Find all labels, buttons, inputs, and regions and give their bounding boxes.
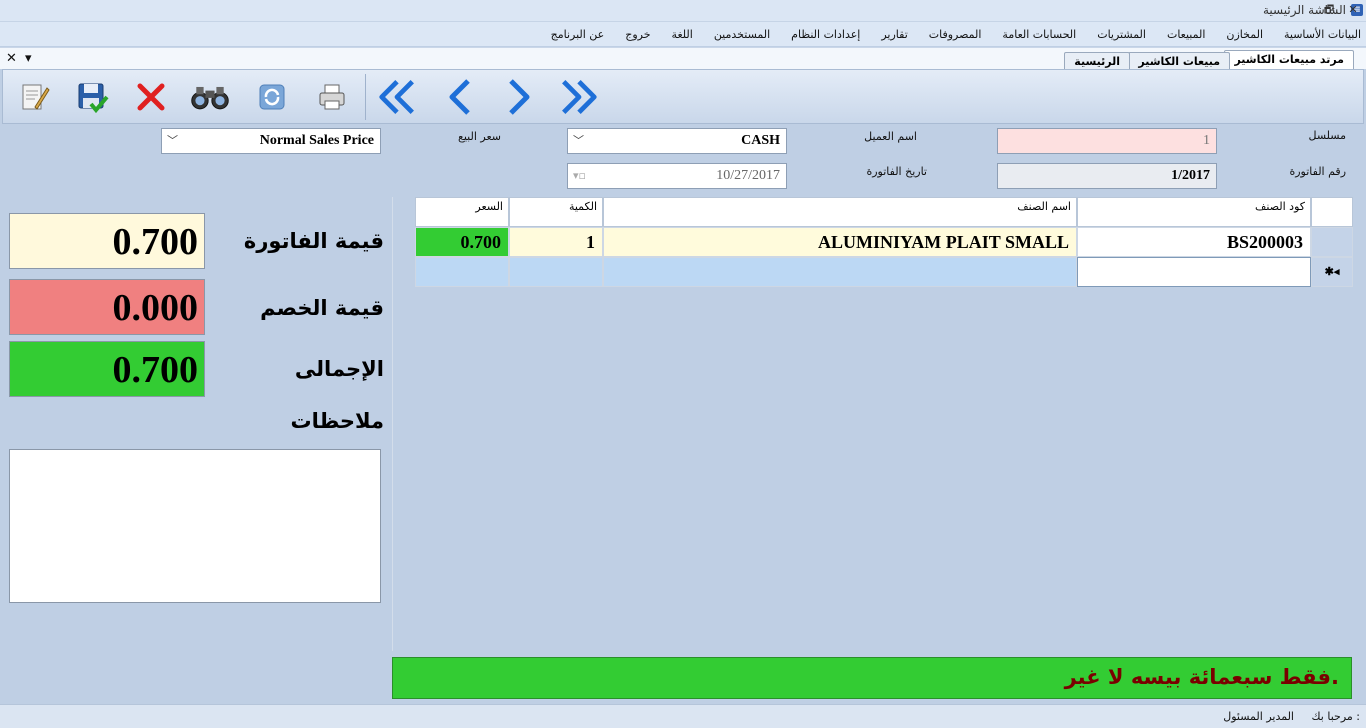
welcome-text: مرحبا بك : (1311, 710, 1360, 723)
column-header-item-code[interactable]: كود الصنف (1077, 197, 1311, 227)
menu-bar: البيانات الأساسية المخازن المبيعات المشت… (0, 22, 1366, 46)
search-button[interactable] (189, 76, 231, 118)
last-record-icon (562, 80, 597, 114)
invoice-date-label: تاريخ الفاتورة (866, 165, 927, 178)
chevron-down-icon: ﹀ (573, 134, 584, 147)
close-window-icon[interactable]: ✕ (1344, 2, 1362, 18)
row-selector[interactable] (1311, 227, 1353, 257)
sale-price-value: Normal Sales Price (259, 133, 374, 148)
invoice-date-value: 10/27/2017 (716, 168, 780, 183)
cell-price[interactable]: 0.700 (415, 227, 509, 257)
menu-reports[interactable]: تقارير (881, 28, 907, 41)
cell-quantity[interactable]: 1 (509, 227, 603, 257)
sale-price-select[interactable]: ﹀ Normal Sales Price (161, 128, 381, 154)
column-header-price[interactable]: السعر (415, 197, 509, 227)
menu-purchases[interactable]: المشتريات (1097, 28, 1146, 41)
delete-icon (137, 83, 165, 111)
next-record-button[interactable] (498, 76, 540, 118)
refresh-icon (259, 84, 285, 110)
first-record-button[interactable] (376, 76, 418, 118)
serial-field[interactable]: 1 (997, 128, 1217, 154)
grid-row-header-corner (1311, 197, 1353, 227)
new-row-item-name[interactable] (603, 257, 1077, 287)
previous-record-icon (449, 79, 470, 115)
tab-strip: ✕ ▾ مرتد مبيعات الكاشير مبيعات الكاشير ا… (0, 47, 1366, 70)
customer-value: CASH (741, 133, 780, 148)
sale-price-label: سعر البيع (458, 130, 501, 143)
last-record-button[interactable] (558, 76, 600, 118)
new-document-icon (22, 84, 50, 110)
new-row-price[interactable] (415, 257, 509, 287)
previous-record-button[interactable] (439, 76, 481, 118)
tab-list-dropdown-icon[interactable]: ▾ (25, 51, 32, 66)
status-bar: مرحبا بك : المدير المسئول (0, 704, 1366, 728)
customer-label: اسم العميل (864, 130, 917, 143)
menu-stores[interactable]: المخازن (1226, 28, 1263, 41)
title-bar: ≡ الشاشة الرئيسية 🗗 ✕ (0, 0, 1366, 22)
discount-value-box: 0.000 (9, 279, 205, 335)
invoice-value-box: 0.700 (9, 213, 205, 269)
menu-language[interactable]: اللغة (672, 28, 693, 41)
current-user: المدير المسئول (1223, 710, 1294, 723)
net-total-box: 0.700 (9, 341, 205, 397)
notes-label: ملاحظات (290, 409, 384, 433)
save-icon (78, 83, 109, 114)
toolbar (2, 69, 1364, 124)
menu-sales[interactable]: المبيعات (1167, 28, 1205, 41)
calendar-dropdown-icon: ▾▫ (573, 169, 586, 182)
customer-select[interactable]: ﹀ CASH (567, 128, 787, 154)
new-row-marker[interactable]: ✱◂ (1311, 257, 1353, 287)
chevron-down-icon: ﹀ (167, 134, 178, 147)
menu-general-accounts[interactable]: الحسابات العامة (1002, 28, 1076, 41)
menu-expenses[interactable]: المصروفات (929, 28, 982, 41)
net-total-label: الإجمالى (294, 357, 384, 381)
column-header-quantity[interactable]: الكمية (509, 197, 603, 227)
delete-button[interactable] (130, 76, 172, 118)
cell-item-name[interactable]: ALUMINIYAM PLAIT SMALL (603, 227, 1077, 257)
refresh-button[interactable] (251, 76, 293, 118)
tab-cashier-sales-return[interactable]: مرتد مبيعات الكاشير (1224, 50, 1354, 70)
menu-about[interactable]: عن البرنامج (551, 28, 605, 41)
cell-item-code[interactable]: BS200003 (1077, 227, 1311, 257)
new-row-quantity[interactable] (509, 257, 603, 287)
amount-in-words-bar: فقط سبعمائة بيسه لا غير. (392, 657, 1352, 699)
items-grid: كود الصنف اسم الصنف الكمية السعر BS20000… (392, 197, 1353, 651)
invoice-number-field[interactable]: 1/2017 (997, 163, 1217, 189)
menu-system-settings[interactable]: إعدادات النظام (791, 28, 860, 41)
restore-icon[interactable]: 🗗 (1320, 2, 1338, 18)
new-document-button[interactable] (13, 76, 55, 118)
menu-basic-data[interactable]: البيانات الأساسية (1284, 28, 1361, 41)
invoice-date-picker[interactable]: ▾▫ 10/27/2017 (567, 163, 787, 189)
invoice-number-label: رقم الفاتورة (1289, 165, 1346, 178)
toolbar-separator (365, 74, 366, 120)
close-tab-icon[interactable]: ✕ (6, 51, 17, 66)
first-record-icon (379, 80, 414, 114)
print-button[interactable] (311, 76, 353, 118)
new-row-item-code-input[interactable] (1077, 257, 1311, 287)
next-record-icon (509, 79, 530, 115)
tab-cashier-sales[interactable]: مبيعات الكاشير (1128, 52, 1230, 70)
invoice-value-label: قيمة الفاتورة (243, 229, 384, 253)
serial-label: مسلسل (1308, 129, 1347, 142)
tab-home[interactable]: الرئيسية (1064, 52, 1130, 70)
search-binoculars-icon (191, 86, 229, 110)
menu-exit[interactable]: خروج (625, 28, 650, 41)
print-icon (319, 84, 345, 110)
save-button[interactable] (71, 76, 113, 118)
discount-value-label: قيمة الخصم (260, 296, 384, 320)
menu-users[interactable]: المستخدمين (714, 28, 770, 41)
column-header-item-name[interactable]: اسم الصنف (603, 197, 1077, 227)
amount-in-words-text: فقط سبعمائة بيسه لا غير. (1064, 665, 1339, 689)
notes-textarea[interactable] (9, 449, 381, 603)
